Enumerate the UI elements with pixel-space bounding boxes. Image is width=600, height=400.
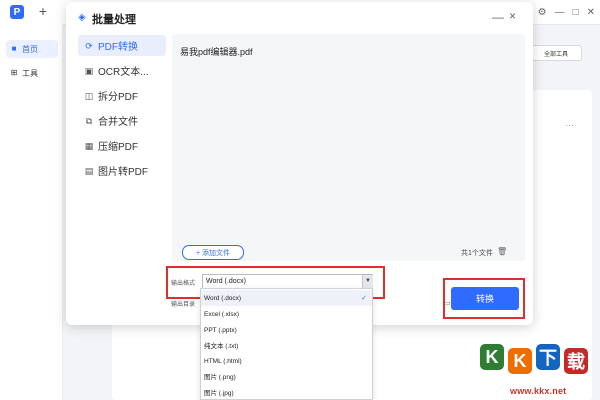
nav-item-label: 图片转PDF <box>98 167 148 178</box>
add-file-button[interactable]: + 添加文件 <box>182 245 244 260</box>
format-dropdown-list: Word (.docx) ✓ Excel (.xlsx) PPT (.pptx)… <box>200 288 373 400</box>
grid-icon: ⊞ <box>10 68 18 77</box>
nav-item-label: 压缩PDF <box>98 142 138 153</box>
format-option[interactable]: 纯文本 (.txt) <box>201 337 372 353</box>
nav-item-merge[interactable]: ⧉ 合并文件 <box>78 110 166 131</box>
file-list-panel <box>172 34 525 261</box>
nav-item-pdf-convert[interactable]: ⟳ PDF转换 <box>78 35 166 56</box>
app-logo-letter: P <box>13 6 21 18</box>
minimize-icon[interactable]: — <box>555 7 565 18</box>
tool-nav: ⟳ PDF转换 ▣ OCR文本... ◫ 拆分PDF ⧉ 合并文件 ▦ 压缩PD… <box>74 32 166 302</box>
nav-item-image-to-pdf[interactable]: ▤ 图片转PDF <box>78 160 166 181</box>
option-label: 图片 (.png) <box>204 374 236 381</box>
sidebar: ■ 首页 ⊞ 工具 <box>0 24 63 400</box>
nav-item-label: 拆分PDF <box>98 92 138 103</box>
nav-item-label: PDF转换 <box>98 42 138 53</box>
option-label: 图片 (.jpg) <box>204 390 234 397</box>
close-window-icon[interactable]: ✕ <box>587 7 595 18</box>
format-option[interactable]: 图片 (.png) <box>201 368 372 384</box>
all-tools-button[interactable]: 全部工具 <box>530 45 582 61</box>
option-label: Word (.docx) <box>204 294 242 302</box>
output-dir-label: 输出目录 <box>171 302 196 308</box>
watermark-url: www.kkx.net <box>510 386 567 396</box>
trash-icon[interactable]: 🗑 <box>497 247 507 256</box>
nav-item-label: OCR文本... <box>98 67 149 78</box>
sidebar-item-label: 首页 <box>22 44 38 54</box>
home-icon: ■ <box>11 44 17 53</box>
format-option[interactable]: Excel (.xlsx) <box>201 306 372 322</box>
sidebar-item-label: 工具 <box>22 68 38 78</box>
nav-item-label: 合并文件 <box>98 117 138 128</box>
watermark-char: 下 <box>536 344 560 370</box>
format-option[interactable]: 图片 (.jpg) <box>201 384 372 400</box>
watermark-logo: K K 下 载 <box>480 344 600 384</box>
option-label: HTML (.html) <box>204 357 242 365</box>
merge-icon: ⧉ <box>85 115 93 126</box>
scan-icon: ▣ <box>84 65 94 76</box>
app-logo: P <box>10 5 24 19</box>
watermark-char: 载 <box>564 348 588 374</box>
dialog-title: 批量处理 <box>92 14 136 26</box>
image-icon: ▤ <box>84 165 94 176</box>
more-icon[interactable]: ··· <box>565 120 574 130</box>
window-controls: ⚙ — □ ✕ <box>535 4 595 20</box>
split-icon: ◫ <box>84 90 94 101</box>
option-label: 纯文本 (.txt) <box>204 343 239 350</box>
option-label: PPT (.pptx) <box>204 326 237 334</box>
file-list-item[interactable]: 易我pdf编辑器.pdf <box>180 45 253 58</box>
nav-item-ocr[interactable]: ▣ OCR文本... <box>78 60 166 81</box>
check-icon: ✓ <box>361 295 367 302</box>
close-icon[interactable]: × <box>509 9 516 23</box>
nav-item-split[interactable]: ◫ 拆分PDF <box>78 85 166 106</box>
minimize-icon[interactable]: — <box>492 10 504 24</box>
format-option[interactable]: HTML (.html) <box>201 353 372 369</box>
compress-icon: ▦ <box>84 140 94 151</box>
refresh-icon: ⟳ <box>85 40 93 51</box>
watermark-char: K <box>480 344 504 370</box>
format-option[interactable]: Word (.docx) ✓ <box>201 290 372 306</box>
layers-icon: ◈ <box>78 12 86 23</box>
highlight-box-convert <box>443 278 525 319</box>
sidebar-item-tools[interactable]: ⊞ 工具 <box>6 64 58 82</box>
format-option[interactable]: PPT (.pptx) <box>201 322 372 338</box>
file-count: 共1个文件 <box>461 250 493 257</box>
option-label: Excel (.xlsx) <box>204 310 240 318</box>
watermark-char: K <box>508 348 532 374</box>
sidebar-item-home[interactable]: ■ 首页 <box>6 40 58 58</box>
nav-item-compress[interactable]: ▦ 压缩PDF <box>78 135 166 156</box>
maximize-icon[interactable]: □ <box>573 7 579 18</box>
settings-icon[interactable]: ⚙ <box>538 7 547 18</box>
new-tab-button[interactable]: + <box>36 4 50 18</box>
